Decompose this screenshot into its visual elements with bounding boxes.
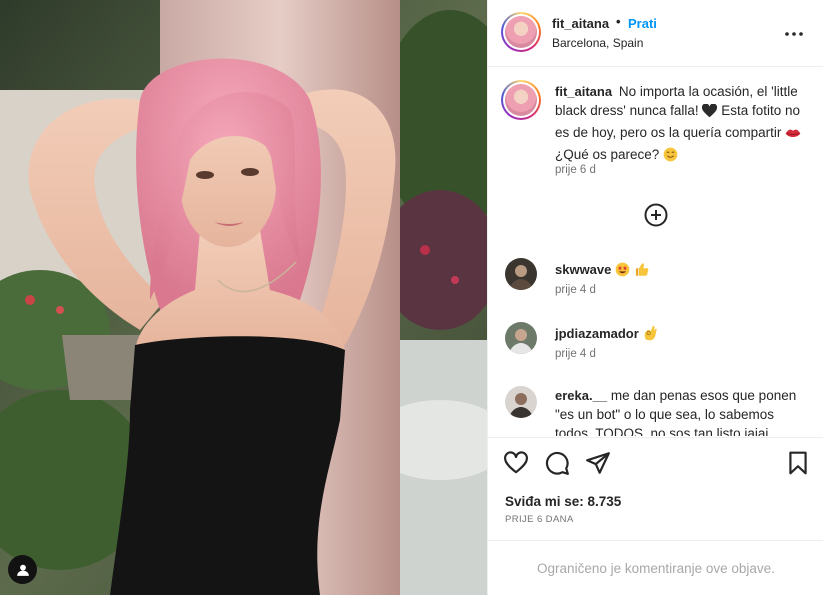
post-side-panel: fit_aitana • Prati Barcelona, Spain fit_… — [487, 0, 823, 595]
smiling-face-emoji — [663, 147, 678, 167]
like-button[interactable] — [503, 450, 529, 476]
comments-restricted-notice: Ograničeno je komentiranje ove objave. — [488, 540, 823, 595]
commenter-avatar[interactable] — [505, 322, 537, 354]
post-actions: Sviđa mi se: 8.735 PRIJE 6 DANA — [488, 437, 823, 540]
save-button[interactable] — [785, 450, 811, 476]
post-date[interactable]: PRIJE 6 DANA — [505, 514, 574, 525]
paper-plane-icon — [585, 452, 611, 480]
follow-button[interactable]: Prati — [628, 16, 657, 31]
separator-dot: • — [616, 14, 621, 29]
author-avatar[interactable] — [501, 12, 541, 52]
lips-emoji — [785, 126, 801, 145]
comment-button[interactable] — [544, 450, 570, 476]
caption-avatar[interactable] — [501, 80, 541, 120]
load-more-comments-button[interactable] — [644, 203, 668, 227]
comment-time: prije 4 d — [555, 284, 596, 296]
post-photo[interactable] — [0, 0, 487, 595]
caption-text-3: ¿Qué os parece? — [555, 147, 660, 162]
more-options-button[interactable] — [784, 22, 804, 42]
plus-circle-icon — [644, 203, 668, 231]
author-username[interactable]: fit_aitana — [552, 16, 609, 31]
heart-icon — [503, 451, 529, 480]
comment-time: prije 4 d — [555, 348, 596, 360]
bookmark-icon — [785, 451, 811, 480]
commenter-username[interactable]: ereka.__ — [555, 388, 607, 403]
star-struck-emoji — [615, 262, 630, 282]
comment-icon — [544, 451, 570, 480]
comments-list[interactable]: fit_aitana No importa la ocasión, el 'li… — [488, 68, 823, 436]
commenter-username[interactable]: skwwave — [555, 262, 611, 277]
user-tag-button[interactable] — [8, 555, 37, 584]
photo-illustration — [0, 0, 487, 595]
post-location[interactable]: Barcelona, Spain — [552, 36, 643, 50]
thumbs-up-emoji — [634, 262, 649, 282]
commenter-avatar[interactable] — [505, 258, 537, 290]
commenter-username[interactable]: jpdiazamador — [555, 326, 639, 341]
restricted-text: Ograničeno je komentiranje ove objave. — [537, 560, 775, 576]
caption-time: prije 6 d — [555, 164, 596, 176]
user-tag-icon — [16, 563, 30, 577]
likes-count[interactable]: Sviđa mi se: 8.735 — [505, 494, 621, 509]
share-button[interactable] — [585, 450, 611, 476]
post-caption: fit_aitana No importa la ocasión, el 'li… — [555, 82, 805, 167]
commenter-avatar[interactable] — [505, 386, 537, 418]
post-header: fit_aitana • Prati Barcelona, Spain — [488, 0, 823, 67]
ok-hand-emoji — [643, 325, 657, 346]
caption-username[interactable]: fit_aitana — [555, 84, 612, 99]
black-heart-emoji — [702, 103, 718, 123]
more-options-icon — [785, 23, 803, 41]
